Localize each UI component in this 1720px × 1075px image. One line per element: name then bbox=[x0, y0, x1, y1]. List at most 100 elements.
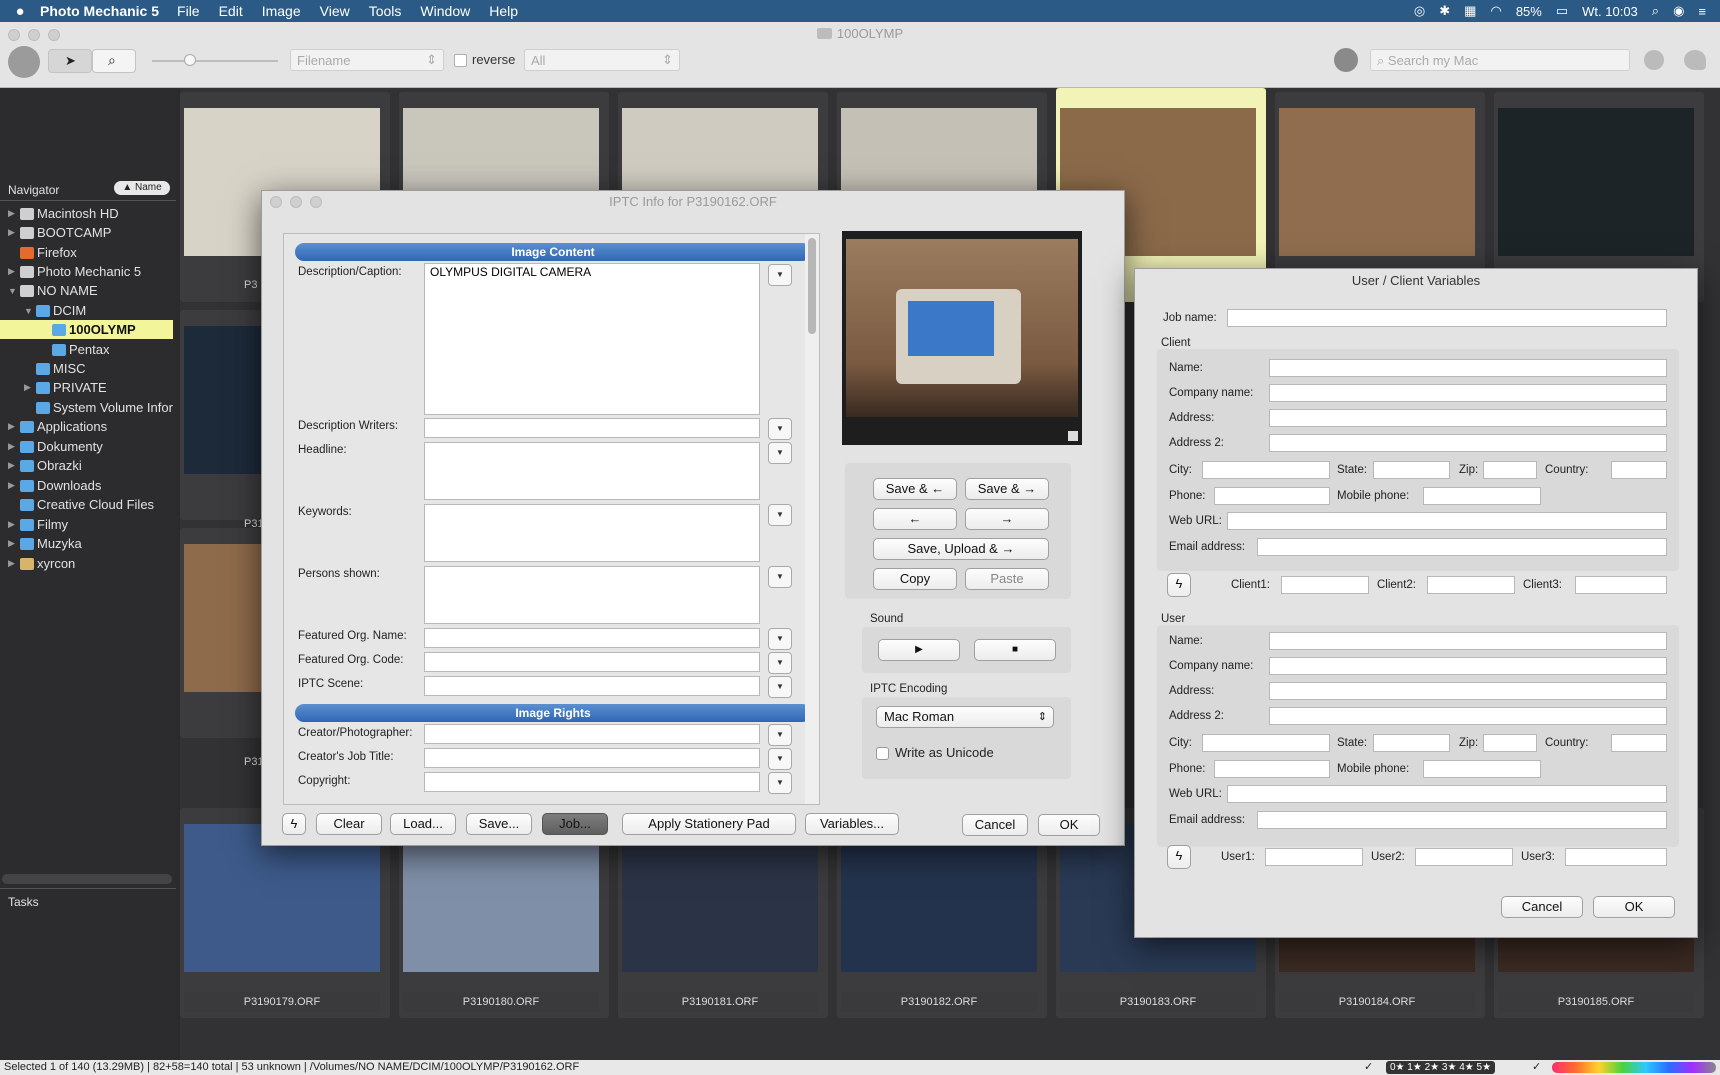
nav-item-100olymp[interactable]: 100OLYMP bbox=[0, 320, 173, 339]
org-name-field[interactable] bbox=[424, 628, 760, 648]
org-name-dropdown-button[interactable]: ▼ bbox=[768, 628, 792, 650]
description-dropdown-button[interactable]: ▼ bbox=[768, 264, 792, 286]
menu-tools[interactable]: Tools bbox=[369, 3, 402, 19]
nav-item-system-volume[interactable]: System Volume Infor bbox=[24, 398, 174, 417]
spotlight-icon[interactable]: ⌕ bbox=[1652, 3, 1659, 19]
user-lightning-button[interactable]: ϟ bbox=[1167, 845, 1191, 869]
nav-item-xyrcon[interactable]: ▶ xyrcon bbox=[8, 554, 75, 573]
disclosure-triangle-icon[interactable]: ▶ bbox=[8, 538, 20, 549]
user-phone-field[interactable] bbox=[1214, 760, 1330, 778]
menu-window[interactable]: Window bbox=[420, 3, 470, 19]
copy-button[interactable]: Copy bbox=[873, 568, 957, 590]
scene-field[interactable] bbox=[424, 676, 760, 696]
creator-dropdown-button[interactable]: ▼ bbox=[768, 724, 792, 746]
keywords-textarea[interactable] bbox=[424, 504, 760, 562]
nav-item-creative-cloud[interactable]: Creative Cloud Files bbox=[8, 495, 154, 514]
color-class-filter[interactable] bbox=[1552, 1062, 1716, 1073]
menu-edit[interactable]: Edit bbox=[219, 3, 243, 19]
dialog-zoom-button[interactable] bbox=[310, 196, 322, 208]
sync-status-icon[interactable] bbox=[1644, 50, 1664, 70]
search-input[interactable]: ⌕ Search my Mac bbox=[1370, 49, 1630, 71]
load-button[interactable]: Load... bbox=[390, 813, 456, 835]
leaf-icon[interactable] bbox=[1684, 50, 1706, 70]
client-company-field[interactable] bbox=[1269, 384, 1667, 402]
nav-item-downloads[interactable]: ▶ Downloads bbox=[8, 476, 101, 495]
nav-item-muzyka[interactable]: ▶ Muzyka bbox=[8, 534, 82, 553]
disclosure-triangle-icon[interactable]: ▶ bbox=[8, 421, 20, 432]
disclosure-triangle-open-icon[interactable]: ▼ bbox=[24, 306, 36, 316]
user-city-field[interactable] bbox=[1202, 734, 1330, 752]
menu-help[interactable]: Help bbox=[489, 3, 518, 19]
disclosure-triangle-icon[interactable]: ▶ bbox=[8, 558, 20, 569]
client2-field[interactable] bbox=[1427, 576, 1515, 594]
disclosure-triangle-icon[interactable]: ▶ bbox=[8, 227, 20, 238]
client-address2-field[interactable] bbox=[1269, 434, 1667, 452]
siri-icon[interactable]: ◉ bbox=[1673, 3, 1684, 19]
nav-item-dcim[interactable]: ▼ DCIM bbox=[24, 301, 86, 320]
disclosure-triangle-icon[interactable]: ▶ bbox=[8, 519, 20, 530]
client-mobile-field[interactable] bbox=[1423, 487, 1541, 505]
nav-item-firefox[interactable]: Firefox bbox=[8, 243, 77, 262]
paste-button[interactable]: Paste bbox=[965, 568, 1049, 590]
client1-field[interactable] bbox=[1281, 576, 1369, 594]
desc-writers-field[interactable] bbox=[424, 418, 760, 438]
client-city-field[interactable] bbox=[1202, 461, 1330, 479]
iptc-ok-button[interactable]: OK bbox=[1038, 814, 1100, 836]
play-sound-button[interactable]: ▶ bbox=[878, 639, 960, 661]
keywords-dropdown-button[interactable]: ▼ bbox=[768, 504, 792, 526]
save-upload-next-button[interactable]: Save, Upload & → bbox=[873, 538, 1049, 560]
prev-button[interactable]: ← bbox=[873, 508, 957, 530]
globe-icon[interactable] bbox=[1334, 48, 1358, 72]
client-lightning-button[interactable]: ϟ bbox=[1167, 573, 1191, 597]
sync-icon[interactable]: ◎ bbox=[1414, 3, 1425, 19]
user1-field[interactable] bbox=[1265, 848, 1363, 866]
encoding-select[interactable]: Mac Roman ⇕ bbox=[876, 706, 1054, 728]
scrollbar-thumb[interactable] bbox=[808, 238, 816, 334]
checkmark-icon[interactable]: ✓ bbox=[1364, 1060, 1373, 1075]
slider-knob[interactable] bbox=[184, 54, 196, 66]
arrow-tool-button[interactable]: ➤ bbox=[48, 49, 92, 73]
user-address-field[interactable] bbox=[1269, 682, 1667, 700]
nav-item-pentax[interactable]: Pentax bbox=[40, 340, 109, 359]
user-web-field[interactable] bbox=[1227, 785, 1667, 803]
navigator-scrollbar[interactable] bbox=[2, 874, 172, 884]
client-state-field[interactable] bbox=[1373, 461, 1450, 479]
client-country-field[interactable] bbox=[1611, 461, 1667, 479]
sort-name-button[interactable]: ▲ Name bbox=[114, 181, 170, 195]
persons-textarea[interactable] bbox=[424, 566, 760, 624]
iptc-cancel-button[interactable]: Cancel bbox=[962, 814, 1028, 836]
nav-item-no-name[interactable]: ▼ NO NAME bbox=[8, 281, 98, 300]
job-title-dropdown-button[interactable]: ▼ bbox=[768, 748, 792, 770]
disclosure-triangle-icon[interactable]: ▶ bbox=[8, 480, 20, 491]
user-address2-field[interactable] bbox=[1269, 707, 1667, 725]
client3-field[interactable] bbox=[1575, 576, 1667, 594]
menu-image[interactable]: Image bbox=[262, 3, 301, 19]
form-scrollbar[interactable] bbox=[805, 234, 819, 804]
apply-stationery-pad-button[interactable]: Apply Stationery Pad bbox=[622, 813, 796, 835]
headline-dropdown-button[interactable]: ▼ bbox=[768, 442, 792, 464]
settings-gear-icon[interactable] bbox=[8, 46, 40, 78]
scene-dropdown-button[interactable]: ▼ bbox=[768, 676, 792, 698]
star-rating-filter[interactable]: 0★ 1★ 2★ 3★ 4★ 5★ bbox=[1386, 1061, 1496, 1074]
battery-icon[interactable]: ▭ bbox=[1556, 3, 1568, 19]
save-button[interactable]: Save... bbox=[466, 813, 532, 835]
job-button[interactable]: Job... bbox=[542, 813, 608, 835]
copyright-field[interactable] bbox=[424, 772, 760, 792]
zoom-tool-button[interactable]: ⌕ bbox=[92, 49, 136, 73]
disclosure-triangle-icon[interactable]: ▶ bbox=[8, 460, 20, 471]
stop-sound-button[interactable]: ■ bbox=[974, 639, 1056, 661]
checkmark-icon[interactable]: ✓ bbox=[1532, 1060, 1541, 1075]
user-country-field[interactable] bbox=[1611, 734, 1667, 752]
job-title-field[interactable] bbox=[424, 748, 760, 768]
user-company-field[interactable] bbox=[1269, 657, 1667, 675]
variables-button[interactable]: Variables... bbox=[805, 813, 899, 835]
keyboard-icon[interactable]: ▦ bbox=[1464, 3, 1476, 19]
nav-item-obrazki[interactable]: ▶ Obrazki bbox=[8, 456, 82, 475]
disclosure-triangle-icon[interactable]: ▶ bbox=[8, 441, 20, 452]
headline-textarea[interactable] bbox=[424, 442, 760, 500]
nav-item-filmy[interactable]: ▶ Filmy bbox=[8, 515, 68, 534]
save-prev-button[interactable]: Save & ← bbox=[873, 478, 957, 500]
nav-item-private[interactable]: ▶ PRIVATE bbox=[24, 378, 107, 397]
client-email-field[interactable] bbox=[1257, 538, 1667, 556]
disclosure-triangle-icon[interactable]: ▶ bbox=[8, 266, 20, 277]
